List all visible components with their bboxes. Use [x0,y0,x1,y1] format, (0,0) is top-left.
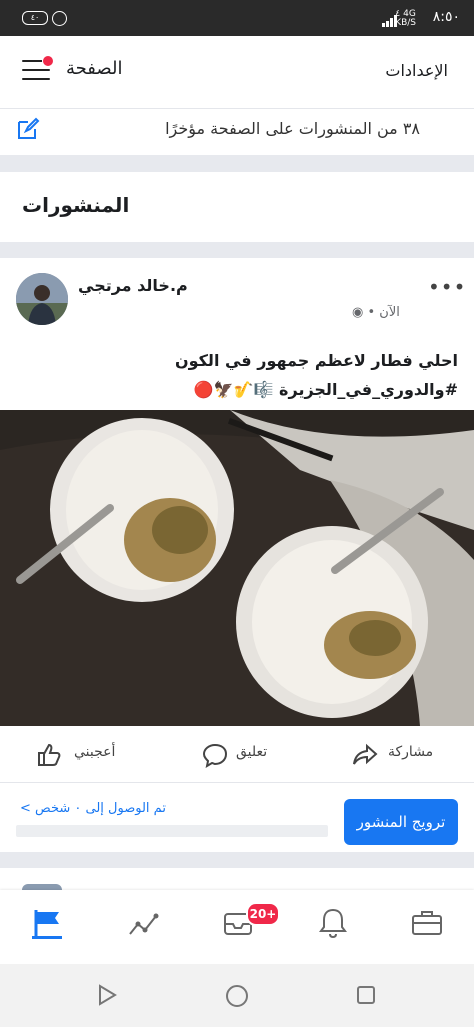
notification-dot [42,55,54,67]
chevron-left-icon: < [20,801,31,816]
reach-progress-bar [16,825,328,837]
settings-button[interactable]: الإعدادات [385,61,448,80]
recent-posts-stat[interactable]: ٣٨ من المنشورات على الصفحة مؤخرًا [0,109,474,155]
bell-icon[interactable] [316,906,350,940]
divider [0,782,474,783]
divider [0,242,474,258]
post-actions: أعجبني تعليق مشاركة [0,730,474,782]
reach-label: تم الوصول إلى ٠ شخص [35,801,166,816]
comment-button[interactable]: تعليق [236,744,267,760]
page-title: الصفحة [66,58,123,79]
more-options-icon[interactable]: ••• [428,275,466,299]
network-indicator: ٤ 4G KB/S [395,10,416,28]
recents-icon[interactable] [356,985,376,1009]
system-nav [0,964,474,1027]
share-button[interactable]: مشاركة [388,744,433,760]
avatar[interactable] [16,273,68,325]
stat-text: ٣٨ من المنشورات على الصفحة مؤخرًا [165,119,420,138]
globe-icon: ◉ [352,305,364,320]
home-icon[interactable] [225,984,249,1012]
edit-icon[interactable] [16,117,40,141]
post-photo[interactable] [0,410,474,726]
network-speed-unit: KB/S [395,18,416,28]
status-bar: ٤٠ ٤ 4G KB/S ٨:٥٠ [0,0,474,36]
data-saver-icon [52,11,67,26]
back-icon[interactable] [96,984,118,1010]
divider [0,155,474,172]
flag-icon[interactable] [30,906,64,940]
boost-post-button[interactable]: ترويج المنشور [344,799,458,845]
comment-icon[interactable] [202,742,228,769]
share-icon[interactable] [352,742,378,768]
post-meta: ◉ • الآن [352,305,400,320]
reach-text[interactable]: < تم الوصول إلى ٠ شخص [20,801,166,816]
briefcase-icon[interactable] [410,906,444,940]
battery-level: ٤٠ [30,13,40,22]
post-hashtag[interactable]: #والدوري_في_الجزيرة 🎼🎷🦅🔴 [18,375,458,404]
like-icon[interactable] [36,742,62,768]
app-header: الصفحة الإعدادات [0,36,474,109]
post-text: احلي فطار لاعظم جمهور في الكون #والدوري_… [18,346,458,404]
post-author[interactable]: م.خالد مرتجي [78,276,188,295]
battery-icon: ٤٠ [22,11,48,25]
post-text-line: احلي فطار لاعظم جمهور في الكون [174,351,458,370]
notification-badge: 20+ [246,902,280,926]
post-time: الآن [379,305,400,320]
clock: ٨:٥٠ [432,9,460,25]
like-button[interactable]: أعجبني [74,744,115,760]
insights-icon[interactable] [126,906,160,940]
section-title: المنشورات [22,193,130,217]
divider [0,852,474,868]
bottom-nav: 20+ [0,890,474,964]
